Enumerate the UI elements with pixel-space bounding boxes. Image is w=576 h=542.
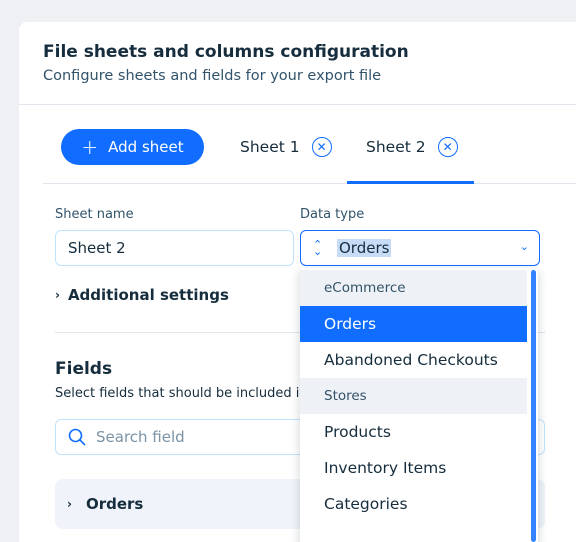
additional-settings-label: Additional settings: [67, 286, 229, 304]
additional-settings-toggle[interactable]: › Additional settings: [55, 286, 229, 304]
data-type-select[interactable]: ⌃ ⌄ Orders ⌄: [300, 230, 540, 266]
chevron-right-icon: ›: [55, 288, 60, 302]
fields-group-label: Orders: [85, 495, 144, 513]
sheet-name-input[interactable]: Sheet 2: [55, 230, 294, 266]
dropdown-option-inventory-items[interactable]: Inventory Items: [300, 450, 527, 486]
dropdown-option-orders[interactable]: Orders: [300, 306, 527, 342]
chevron-right-icon: ›: [67, 497, 72, 511]
active-tab-indicator: [347, 181, 474, 184]
plus-icon: +: [81, 135, 99, 159]
search-placeholder: Search field: [96, 428, 185, 446]
sheet-name-label: Sheet name: [55, 207, 134, 222]
dropdown-scrollbar[interactable]: [531, 270, 536, 542]
close-icon[interactable]: ✕: [437, 137, 458, 157]
dropdown-group-stores: Stores: [300, 378, 527, 414]
dropdown-option-products[interactable]: Products: [300, 414, 527, 450]
data-type-value: Orders: [337, 239, 392, 257]
search-icon: [68, 428, 86, 446]
fields-title: Fields: [55, 359, 113, 379]
config-card: File sheets and columns configuration Co…: [19, 22, 576, 542]
tab-label: Sheet 1: [240, 138, 300, 156]
add-sheet-button[interactable]: + Add sheet: [61, 129, 204, 165]
dropdown-group-ecommerce: eCommerce: [300, 270, 527, 306]
page-title: File sheets and columns configuration: [43, 42, 409, 62]
add-sheet-label: Add sheet: [108, 138, 184, 156]
page-subtitle: Configure sheets and fields for your exp…: [43, 68, 382, 84]
tab-sheet-2[interactable]: Sheet 2 ✕: [366, 129, 458, 165]
dropdown-option-categories[interactable]: Categories: [300, 486, 527, 522]
close-icon[interactable]: ✕: [311, 137, 332, 157]
fields-description: Select fields that should be included i: [55, 386, 299, 401]
dropdown-option-abandoned-checkouts[interactable]: Abandoned Checkouts: [300, 342, 527, 378]
tab-label: Sheet 2: [366, 138, 426, 156]
sort-arrows-icon: ⌃ ⌄: [313, 238, 323, 258]
data-type-dropdown: eCommerce Orders Abandoned Checkouts Sto…: [300, 268, 538, 542]
card-header: File sheets and columns configuration Co…: [19, 22, 576, 105]
chevron-down-icon: ⌄: [519, 240, 529, 253]
tab-sheet-1[interactable]: Sheet 1 ✕: [240, 129, 332, 165]
tabs-divider: [43, 183, 576, 184]
data-type-label: Data type: [300, 207, 365, 222]
